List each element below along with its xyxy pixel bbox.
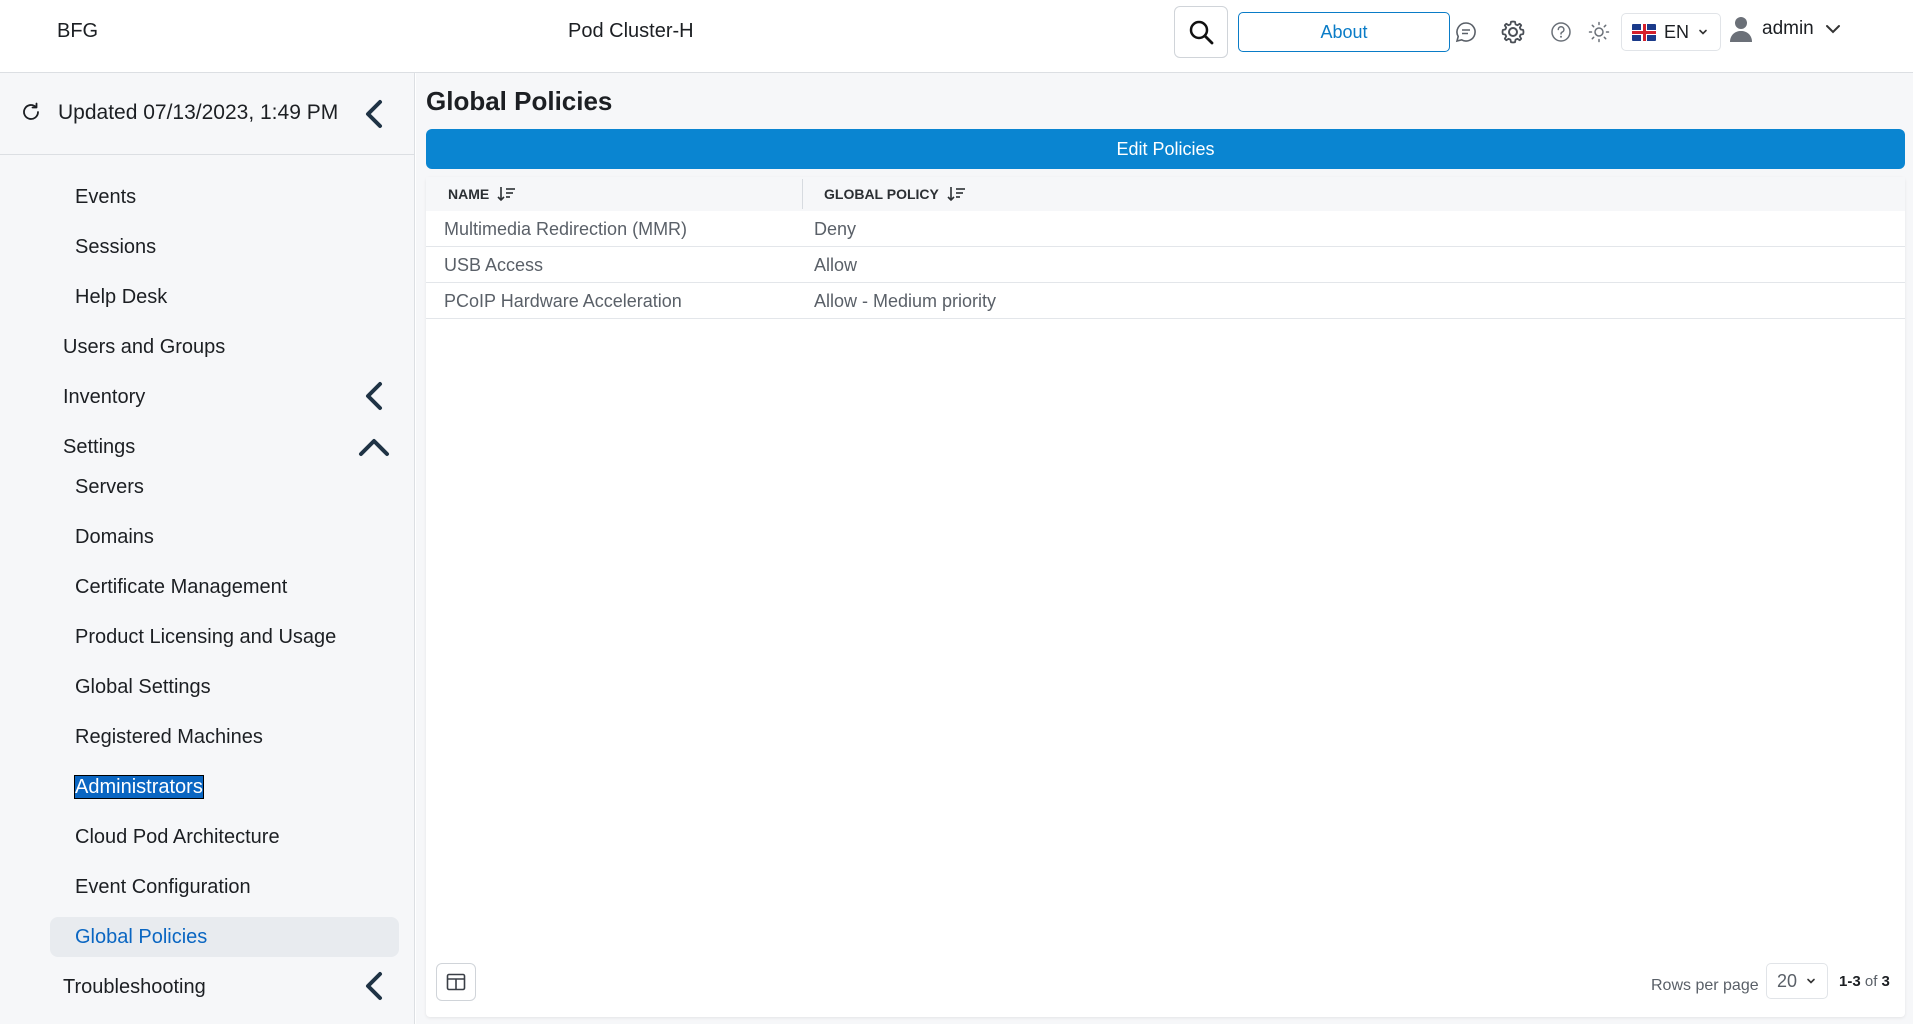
chevron-up-icon[interactable] [357,435,391,459]
sidebar-item-inventory[interactable]: Inventory [63,386,145,409]
table-row[interactable]: USB Access Allow [426,247,1905,283]
collapse-sidebar-icon[interactable] [362,99,388,129]
sidebar-item-help-desk[interactable]: Help Desk [75,286,167,309]
sidebar-item-events[interactable]: Events [75,186,136,209]
chat-button[interactable] [1454,20,1478,44]
sidebar-item-sessions[interactable]: Sessions [75,236,156,259]
column-header-global-policy[interactable]: GLOBAL POLICY [824,186,967,202]
sidebar-item-registered-machines[interactable]: Registered Machines [75,726,263,749]
language-label: EN [1664,21,1690,42]
main-content: Global Policies Edit Policies NAME GLOBA… [416,73,1913,1024]
column-header-name[interactable]: NAME [448,186,517,202]
chevron-left-icon[interactable] [362,970,388,1002]
cell-name: USB Access [444,255,544,275]
policies-table: NAME GLOBAL POLICY Multimedia Redirectio… [426,177,1905,1017]
cluster-name: Pod Cluster-H [568,20,694,42]
gear-icon [1501,20,1525,44]
sidebar-item-domains[interactable]: Domains [75,526,154,549]
column-header-label: NAME [448,186,490,202]
column-header-label: GLOBAL POLICY [824,186,939,202]
sidebar-item-servers[interactable]: Servers [75,476,144,499]
rows-per-page-select[interactable]: 20 [1766,963,1828,999]
page-range: 1-3 [1839,973,1861,990]
language-select[interactable]: EN [1621,13,1721,51]
user-name: admin [1762,18,1814,39]
sidebar-item-product-licensing[interactable]: Product Licensing and Usage [75,626,336,649]
chevron-down-icon [1807,978,1815,984]
column-divider[interactable] [802,179,803,209]
page-title: Global Policies [426,86,613,116]
chat-icon [1455,22,1476,43]
sort-icon[interactable] [497,186,517,202]
sidebar-item-administrators[interactable]: Administrators [74,775,204,799]
user-menu[interactable]: admin [1730,16,1842,42]
sidebar-item-cloud-pod-architecture[interactable]: Cloud Pod Architecture [75,826,280,849]
sun-icon [1588,21,1610,43]
chevron-down-icon [1825,25,1840,34]
sort-icon[interactable] [947,186,967,202]
column-toggle-button[interactable] [436,963,476,1001]
updated-timestamp: Updated 07/13/2023, 1:49 PM [58,101,339,124]
table-row[interactable]: Multimedia Redirection (MMR) Deny [426,211,1905,247]
sidebar-item-settings[interactable]: Settings [63,436,135,459]
top-header: BFG Pod Cluster-H About EN admin [0,0,1913,73]
search-button[interactable] [1174,6,1228,58]
theme-toggle[interactable] [1588,21,1610,43]
table-header: NAME GLOBAL POLICY [426,177,1905,211]
pagination-range: 1-3 of 3 [1839,973,1890,990]
sidebar-item-event-configuration[interactable]: Event Configuration [75,876,251,899]
cell-policy: Allow - Medium priority [814,291,997,311]
sidebar: Updated 07/13/2023, 1:49 PM Events Sessi… [0,73,415,1024]
columns-icon [446,973,466,991]
sidebar-item-troubleshooting[interactable]: Troubleshooting [63,976,206,999]
sidebar-item-users-and-groups[interactable]: Users and Groups [63,336,225,359]
help-button[interactable] [1550,21,1572,43]
sidebar-updated-bar: Updated 07/13/2023, 1:49 PM [0,73,415,155]
rows-per-page-value: 20 [1777,970,1798,991]
help-icon [1551,22,1571,42]
cell-policy: Allow [814,255,858,275]
sidebar-item-global-policies[interactable]: Global Policies [75,926,207,949]
sidebar-item-certificate-management[interactable]: Certificate Management [75,576,287,599]
page-total: 3 [1881,973,1890,990]
sidebar-item-global-settings[interactable]: Global Settings [75,676,211,699]
brand-name[interactable]: BFG [57,20,98,43]
chevron-down-icon [1699,29,1707,35]
user-icon [1730,17,1752,42]
search-icon [1189,20,1214,45]
cell-name: PCoIP Hardware Acceleration [444,291,682,311]
sidebar-item-label: Administrators [74,775,204,799]
about-button[interactable]: About [1238,12,1450,52]
chevron-left-icon[interactable] [362,380,388,412]
uk-flag-icon [1632,23,1656,41]
table-row[interactable]: PCoIP Hardware Acceleration Allow - Medi… [426,283,1905,319]
cell-policy: Deny [814,219,857,239]
page-of: of [1864,973,1878,990]
settings-button[interactable] [1500,19,1526,45]
refresh-icon[interactable] [20,101,42,123]
cell-name: Multimedia Redirection (MMR) [444,219,688,239]
rows-per-page-label: Rows per page [1651,977,1759,994]
edit-policies-button[interactable]: Edit Policies [426,129,1905,169]
